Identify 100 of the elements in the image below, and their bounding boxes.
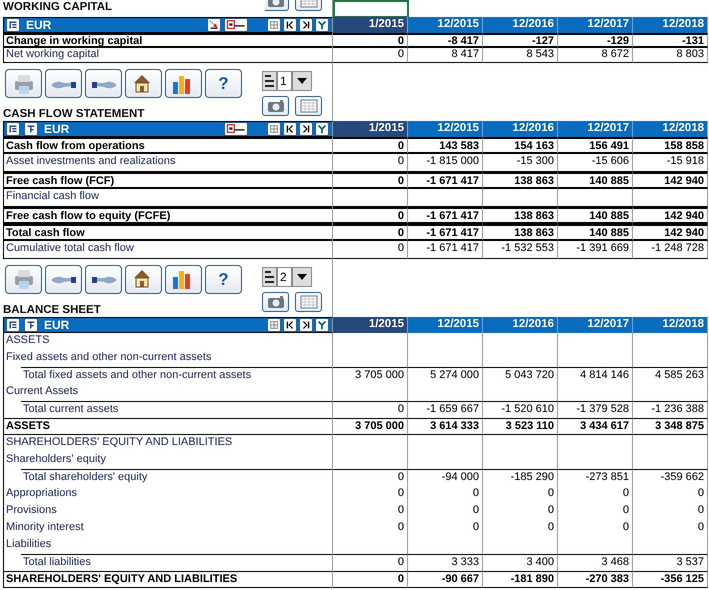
outline-icon [6,318,20,332]
column-header: 1/2015 [333,316,408,333]
help-button[interactable]: ? [205,264,242,294]
grid-icon [267,318,281,332]
chart-button[interactable] [165,264,202,294]
row-label: Liabilities [5,536,52,552]
level-field[interactable]: 2 [277,266,292,287]
outline-icon [6,122,20,136]
table-cell: -1 659 667 [408,400,483,418]
table-cell: 3 705 000 [333,418,408,435]
print-button[interactable] [5,264,42,294]
table-cell: 0 [333,48,408,63]
camera-icon [266,99,284,113]
dropdown-button[interactable] [292,71,312,91]
adjust-icon [207,18,221,32]
dropdown-button[interactable] [292,266,312,287]
row-label: Appropriations [5,486,78,501]
outline-icon [6,18,20,32]
table-cell: 3 434 617 [558,418,633,435]
table-cell: 158 858 [633,137,708,154]
column-header: 12/2015 [408,17,483,33]
table-cell: -1 236 388 [633,400,708,418]
back-button[interactable] [45,69,82,98]
currency-label: EUR [44,316,70,334]
table-cell: 3 348 875 [633,418,708,435]
chart-button[interactable] [165,69,202,98]
table-cell: -94 000 [408,468,483,486]
home-button[interactable] [125,69,162,98]
collapse-icon [24,122,38,136]
fork-icon [315,318,329,332]
row-label: Fixed assets and other non-current assets [5,350,212,365]
table-cell: -90 667 [408,570,483,588]
column-header: 12/2017 [558,121,633,137]
section-title: WORKING CAPITAL [3,0,114,14]
forward-button[interactable] [85,69,122,98]
column-header: 12/2018 [633,121,708,137]
table-cell: -15 300 [483,154,558,172]
table-cell: 3 400 [483,554,558,571]
print-button[interactable] [5,69,42,98]
table-cell: 0 [333,502,408,520]
column-header: 12/2015 [408,121,483,137]
row-label: Current Assets [5,384,80,399]
table-cell: 4 585 263 [633,366,708,384]
column-header: 12/2017 [558,17,633,33]
table-cell: 154 163 [483,137,558,154]
table-cell: 0 [483,486,558,503]
camera-icon [266,294,284,309]
table-cell: 0 [408,502,483,520]
column-header: 1/2015 [333,17,408,33]
caret-icon [297,78,307,84]
back-button[interactable] [45,264,82,294]
table-cell: 140 885 [558,206,633,224]
table-cell: -1 391 669 [558,241,633,259]
table-button[interactable] [295,292,322,312]
table-cell: 3 537 [633,554,708,571]
row-label: ASSETS [5,332,50,348]
table-cell: 138 863 [483,206,558,224]
table-cell: 0 [633,502,708,520]
table-cell: 8 803 [633,48,708,63]
camera-button[interactable] [262,96,289,116]
table-cell: -1 671 417 [408,241,483,259]
column-header: 12/2018 [633,17,708,33]
table-cell: -181 890 [483,570,558,588]
ruler-icon [224,122,248,136]
table-cell: 156 491 [558,137,633,154]
help-button[interactable]: ? [205,69,242,98]
collapse-icon [24,318,38,332]
table-cell: -8 417 [408,33,483,48]
table-cell: -1 671 417 [408,224,483,242]
table-cell: 3 333 [408,554,483,571]
table-cell: -273 851 [558,468,633,486]
ruler-icon [224,18,248,32]
table-cell: 143 583 [408,137,483,154]
column-header: 12/2016 [483,316,558,333]
row-label: Change in working capital [4,33,332,48]
table-cell: -127 [483,33,558,48]
table-cell: -15 606 [558,154,633,172]
table-cell: 0 [558,486,633,503]
row-label: Provisions [5,502,58,518]
forward-button[interactable] [85,264,122,294]
table-cell: 0 [333,33,408,48]
section-title: CASH FLOW STATEMENT [3,107,146,121]
home-button[interactable] [125,264,162,294]
column-header: 12/2018 [633,316,708,333]
table-button[interactable] [295,96,322,116]
caret-icon [297,274,307,280]
table-cell: 3 468 [558,554,633,571]
row-label: Total shareholders' equity [21,468,332,486]
table-cell: 0 [558,502,633,520]
table-cell: 0 [333,154,408,172]
table-cell: 4 814 146 [558,366,633,384]
level-field[interactable]: 1 [277,71,292,91]
column-header: 12/2015 [408,316,483,333]
fork-icon [315,18,329,32]
currency-label: EUR [44,121,70,138]
camera-button[interactable] [262,292,289,312]
table-cell: 142 940 [633,224,708,242]
table-cell: -1 520 610 [483,400,558,418]
handshake-icon [92,78,116,88]
row-label: Free cash flow to equity (FCFE) [4,206,332,224]
